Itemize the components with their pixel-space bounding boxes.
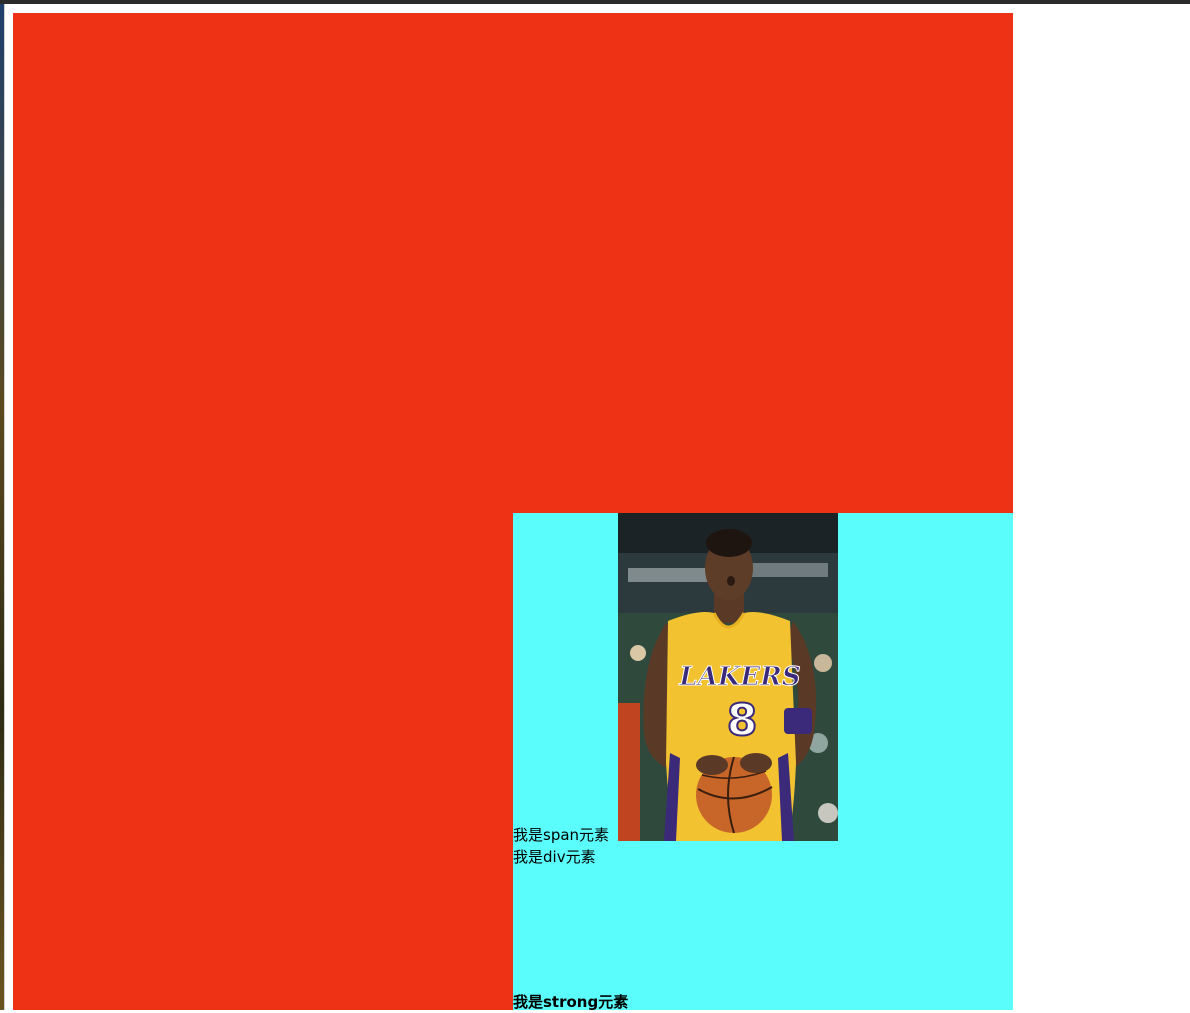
player-photo: LAKERS 8 <box>618 513 838 841</box>
div-element-text: 我是div元素 <box>513 848 596 866</box>
window-border <box>4 4 5 1010</box>
span-element-text: 我是span元素 <box>513 826 610 844</box>
jersey-team-text: LAKERS <box>678 662 800 692</box>
jersey-number-text: 8 <box>727 695 758 746</box>
outer-red-box: 我是span元素 LAKERS 8 我是div元素 我是strong元素 <box>13 13 1013 1011</box>
window-top-bar <box>0 0 1190 4</box>
inner-cyan-box: 我是span元素 LAKERS 8 我是div元素 我是strong元素 <box>513 513 1013 1011</box>
inline-line: 我是span元素 LAKERS 8 <box>513 513 1013 844</box>
